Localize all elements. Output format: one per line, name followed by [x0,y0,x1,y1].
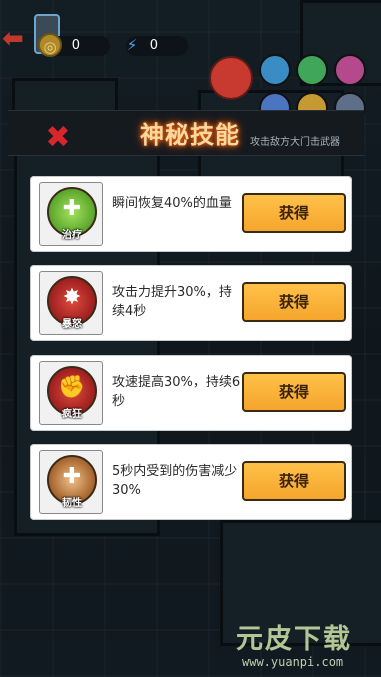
close-icon[interactable]: ✖ [44,123,72,153]
skill-card-toughness: ✚ 韧性 5秒内受到的伤害减少30% 获得 [30,444,352,520]
skill-card-frenzy: ✊ 疯狂 攻速提高30%，持续6秒 获得 [30,355,352,431]
frenzy-icon: ✊ 疯狂 [47,366,97,420]
skill-icon-frame: ✚ 韧性 [39,450,103,514]
skill-badge: 治疗 [62,230,82,241]
heal-icon: ✚ 治疗 [47,187,97,241]
skill-badge: 暴怒 [62,319,82,330]
skill-card-rage: ✸ 暴怒 攻击力提升30%，持续4秒 获得 [30,265,352,341]
coin-counter: ◎ 0 [38,33,110,57]
watermark-url: www.yuanpi.com [242,655,344,669]
lightning-icon: ⚡ [126,36,138,54]
toughness-icon: ✚ 韧性 [47,455,97,509]
team-avatar [334,54,366,86]
team-avatar [259,54,291,86]
skill-description: 瞬间恢复40%的血量 [112,196,232,211]
coin-icon: ◎ [38,33,62,57]
skill-card-heal: ✚ 治疗 瞬间恢复40%的血量 获得 [30,176,352,252]
skill-badge: 疯狂 [62,409,82,420]
skill-icon-frame: ✸ 暴怒 [39,271,103,335]
skill-description: 攻击力提升30%，持续4秒 [112,285,232,319]
team-avatar [296,54,328,86]
get-skill-button[interactable]: 获得 [242,372,346,412]
player-avatar[interactable] [209,56,253,100]
get-skill-button[interactable]: 获得 [242,461,346,501]
watermark-logo: 元皮下载 [236,624,352,655]
skill-badge: 韧性 [62,498,82,509]
coin-value: 0 [71,38,80,53]
energy-counter: ⚡ 0 [126,36,188,56]
skill-description: 5秒内受到的伤害减少30% [112,464,238,498]
skill-icon-frame: ✚ 治疗 [39,182,103,246]
energy-value: 0 [149,38,158,53]
skill-icon-frame: ✊ 疯狂 [39,361,103,425]
get-skill-button[interactable]: 获得 [242,282,346,322]
banner-hint: 攻击敌方大门击武器 [250,137,340,148]
page-title: 神秘技能 [140,121,240,149]
skill-description: 攻速提高30%，持续6秒 [112,375,241,409]
back-arrow-icon[interactable]: ⬅ [2,26,32,52]
get-skill-button[interactable]: 获得 [242,193,346,233]
rage-icon: ✸ 暴怒 [47,276,97,330]
